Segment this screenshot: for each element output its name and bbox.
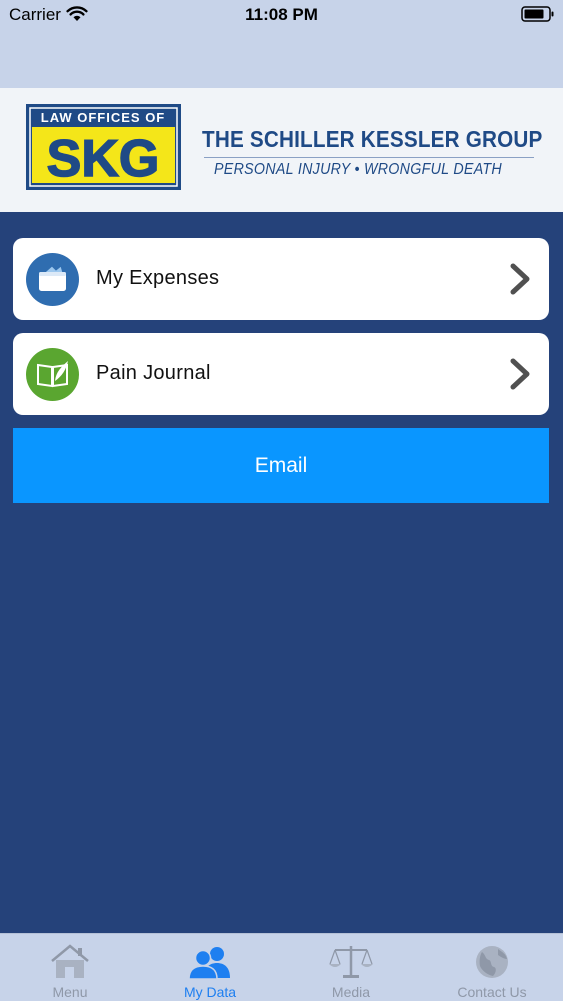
menu-item-my-expenses[interactable]: My Expenses [13,238,549,320]
journal-icon [26,348,79,401]
status-bar: Carrier 11:08 PM [0,0,563,88]
users-icon [188,947,230,980]
chevron-right-icon [510,358,530,390]
tab-label: Menu [52,984,88,1000]
battery-icon [521,6,554,22]
logo-top-text: LAW OFFICES OF [41,110,166,125]
tab-bar: Menu My Data Media Contact Us [0,933,563,1001]
firm-banner: LAW OFFICES OF SKG THE SCHILLER KESSLER … [0,88,563,212]
tab-my-data[interactable]: My Data [140,934,280,1001]
home-icon [51,944,89,978]
tab-label: My Data [183,984,237,1000]
skg-logo: LAW OFFICES OF SKG [26,104,181,190]
tab-label: Contact Us [457,984,527,1000]
email-button[interactable]: Email [13,428,549,503]
chevron-right-icon [510,263,530,295]
tab-contact-us[interactable]: Contact Us [422,934,562,1001]
firm-tagline: PERSONAL INJURY • WRONGFUL DEATH [214,161,502,178]
tab-media[interactable]: Media [281,934,421,1001]
firm-name: THE SCHILLER KESSLER GROUP [202,126,543,152]
banner-divider [204,157,534,158]
status-time: 11:08 PM [245,5,318,24]
wallet-icon [26,253,79,306]
tab-label: Media [331,984,371,1000]
scales-icon [329,946,373,978]
menu-item-label: My Expenses [96,267,220,289]
tab-menu[interactable]: Menu [0,934,140,1001]
globe-icon [476,946,508,978]
logo-main-text: SKG [47,130,160,188]
menu-item-label: Pain Journal [96,362,211,384]
menu-item-pain-journal[interactable]: Pain Journal [13,333,549,415]
